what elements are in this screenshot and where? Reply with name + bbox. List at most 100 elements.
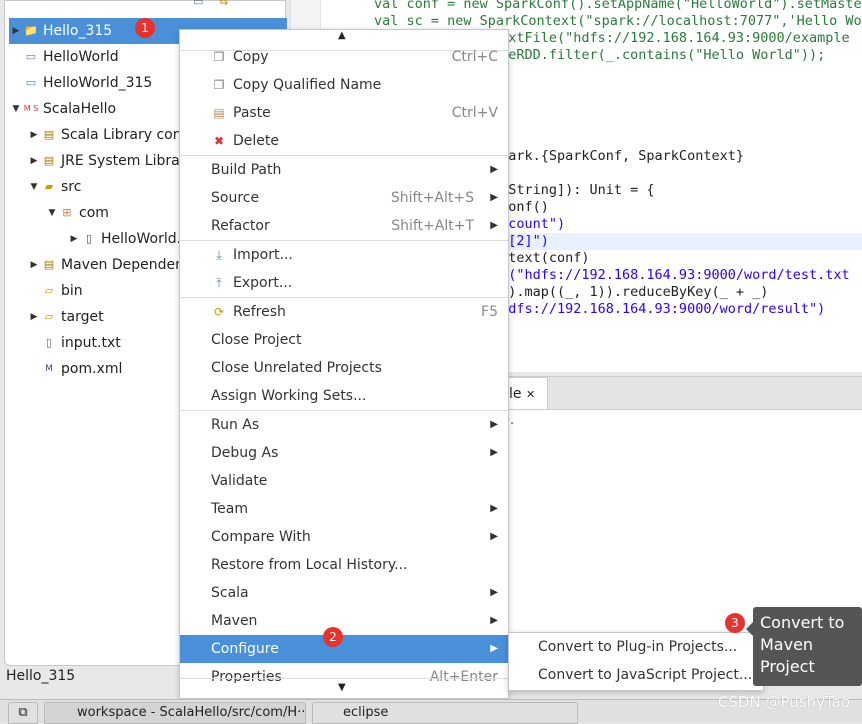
- menu-item-refresh[interactable]: ⟳ Refresh F5: [180, 298, 508, 326]
- code-line: le("hdfs://192.168.164.93:9000/word/test…: [492, 267, 850, 283]
- menu-item-paste[interactable]: ▤ Paste Ctrl+V: [180, 99, 508, 127]
- menu-item-source[interactable]: Source Shift+Alt+S ▶: [180, 184, 508, 212]
- menu-item-validate[interactable]: Validate: [180, 467, 508, 495]
- menu-item-compare-with[interactable]: Compare With ▶: [180, 523, 508, 551]
- convert-to-maven-tooltip[interactable]: Convert to Maven Project: [746, 607, 862, 686]
- menu-item-assign-working-sets[interactable]: Assign Working Sets...: [180, 382, 508, 410]
- close-icon[interactable]: ✕: [526, 388, 535, 401]
- tree-item-label: ScalaHello: [43, 101, 117, 117]
- task-workspace[interactable]: workspace - ScalaHello/src/com/H···: [44, 702, 306, 724]
- scala-file-icon: ▯: [85, 232, 93, 245]
- tree-item-target[interactable]: ▶ ▱ target: [27, 304, 104, 330]
- configure-submenu: Convert to Plug-in Projects... Convert t…: [508, 632, 764, 691]
- menu-item-convert-javascript[interactable]: Convert to JavaScript Project...: [509, 661, 763, 689]
- tree-item-label: Hello_315: [43, 23, 113, 39]
- status-bar-text: Hello_315: [6, 668, 76, 684]
- tree-item-label: HelloWorld.: [101, 231, 182, 247]
- menu-item-team[interactable]: Team ▶: [180, 495, 508, 523]
- collapse-all-icon[interactable]: ▭: [193, 0, 203, 8]
- folder-project-icon: ▭: [25, 76, 37, 89]
- tree-item-label: src: [61, 179, 82, 195]
- menu-item-copy[interactable]: ❐ Copy Ctrl+C: [180, 43, 508, 71]
- tree-item-helloworld-scala[interactable]: ▶ ▯ HelloWorld.: [67, 226, 182, 252]
- tree-item-com[interactable]: ▼ ⊞ com: [45, 200, 109, 226]
- menu-item-scala[interactable]: Scala ▶: [180, 579, 508, 607]
- submenu-arrow-icon: ▶: [490, 164, 498, 175]
- tree-item-helloworld-315[interactable]: ▭ HelloWorld_315: [9, 70, 153, 96]
- paste-icon: ▤: [213, 106, 225, 120]
- code-line: "hdfs://192.168.164.93:9000/word/result"…: [492, 301, 826, 317]
- menu-item-convert-plugin[interactable]: Convert to Plug-in Projects...: [509, 633, 763, 661]
- menu-item-close-unrelated-projects[interactable]: Close Unrelated Projects: [180, 354, 508, 382]
- copy-qualified-icon: ❐: [213, 78, 225, 92]
- menu-item-close-project[interactable]: Close Project: [180, 326, 508, 354]
- tree-item-src[interactable]: ▼ ▰ src: [27, 174, 82, 200]
- delete-icon: ✖: [213, 134, 225, 148]
- menu-item-restore-local-history[interactable]: Restore from Local History...: [180, 551, 508, 579]
- code-line: ileRDD.filter(_.contains("Hello World"))…: [492, 47, 826, 63]
- link-editor-icon[interactable]: ⇆: [219, 0, 228, 8]
- annotation-badge-2: 2: [323, 627, 343, 647]
- code-line: spark.{SparkConf, SparkContext}: [492, 148, 744, 164]
- menu-item-run-as[interactable]: Run As ▶: [180, 411, 508, 439]
- library-icon: ▤: [43, 154, 55, 167]
- menu-item-configure[interactable]: Configure ▶: [180, 635, 508, 663]
- tree-item-helloworld[interactable]: ▭ HelloWorld: [9, 44, 119, 70]
- show-desktop-icon[interactable]: ⧉: [8, 702, 38, 724]
- code-line: y[String]): Unit = {: [492, 182, 655, 198]
- annotation-badge-3: 3: [725, 613, 745, 633]
- menu-item-export[interactable]: ⤒ Export...: [180, 269, 508, 297]
- scroll-up-arrow-icon[interactable]: ▲: [338, 30, 346, 41]
- code-line: ")).map((_, 1)).reduceByKey(_ + _): [492, 284, 769, 300]
- watermark: CSDN @PushyTao: [717, 693, 850, 711]
- submenu-arrow-icon: ▶: [490, 192, 498, 203]
- folder-icon: ▱: [44, 310, 54, 323]
- tree-item-input-txt[interactable]: ▯ input.txt: [27, 330, 121, 356]
- tree-item-scalahello[interactable]: ▼ M S ScalaHello: [9, 96, 117, 122]
- refresh-icon: ⟳: [213, 305, 225, 319]
- menu-item-delete[interactable]: ✖ Delete: [180, 127, 508, 155]
- tree-item-maven-dependencies[interactable]: ▶ ▤ Maven Dependenc: [27, 252, 192, 278]
- menu-item-debug-as[interactable]: Debug As ▶: [180, 439, 508, 467]
- tree-item-pom-xml[interactable]: Mpom.xml: [27, 356, 122, 382]
- expand-arrow-icon[interactable]: ▶: [9, 18, 23, 44]
- tree-item-label: input.txt: [61, 335, 121, 351]
- tree-item-scala-library[interactable]: ▶ ▤ Scala Library conta: [27, 122, 196, 148]
- menu-item-copy-qualified-name[interactable]: ❐ Copy Qualified Name: [180, 71, 508, 99]
- menu-item-refactor[interactable]: Refactor Shift+Alt+T ▶: [180, 212, 508, 240]
- maven-scala-project-icon: 📁: [24, 24, 38, 37]
- import-icon: ⤓: [216, 248, 222, 262]
- code-line: textFile("hdfs://192.168.164.93:9000/exa…: [492, 30, 850, 46]
- menu-item-import[interactable]: ⤓ Import...: [180, 241, 508, 269]
- tree-item-jre-library[interactable]: ▶ ▤ JRE System Librar: [27, 148, 186, 174]
- context-menu: ▲ ❐ Copy Ctrl+C ❐ Copy Qualified Name ▤ Past…: [179, 29, 509, 699]
- library-icon: ▤: [43, 258, 55, 271]
- menu-item-maven[interactable]: Maven ▶: [180, 607, 508, 635]
- tree-item-label: HelloWorld: [43, 49, 119, 65]
- tree-item-label: JRE System Librar: [61, 153, 186, 169]
- source-folder-icon: ▰: [44, 180, 54, 193]
- library-icon: ▤: [43, 128, 55, 141]
- tab-label: le: [509, 386, 522, 402]
- code-line: val sc = new SparkContext("spark://local…: [374, 13, 862, 29]
- menu-item-properties[interactable]: Properties Alt+Enter: [180, 663, 508, 683]
- annotation-badge-1: 1: [135, 18, 155, 38]
- code-line: val conf = new SparkConf().setAppName("H…: [374, 0, 862, 12]
- submenu-arrow-icon: ▶: [490, 220, 498, 231]
- tree-item-bin[interactable]: ▱ bin: [27, 278, 83, 304]
- text-file-icon: ▯: [45, 336, 53, 349]
- copy-icon: ❐: [213, 50, 225, 64]
- tree-item-label: target: [61, 309, 104, 325]
- task-eclipse[interactable]: eclipse: [312, 702, 578, 724]
- tree-item-label: Scala Library conta: [61, 127, 196, 143]
- export-icon: ⤒: [216, 276, 222, 290]
- tree-item-label: com: [79, 205, 109, 221]
- folder-icon: ▱: [44, 284, 54, 297]
- tree-item-label: pom.xml: [61, 361, 123, 377]
- package-icon: ⊞: [62, 206, 72, 219]
- menu-item-build-path[interactable]: Build Path ▶: [180, 156, 508, 184]
- collapse-arrow-icon[interactable]: ▼: [9, 96, 23, 122]
- tree-item-label: Maven Dependenc: [61, 257, 192, 273]
- scroll-down-arrow-icon[interactable]: ▼: [338, 682, 346, 693]
- tree-item-label: bin: [61, 283, 83, 299]
